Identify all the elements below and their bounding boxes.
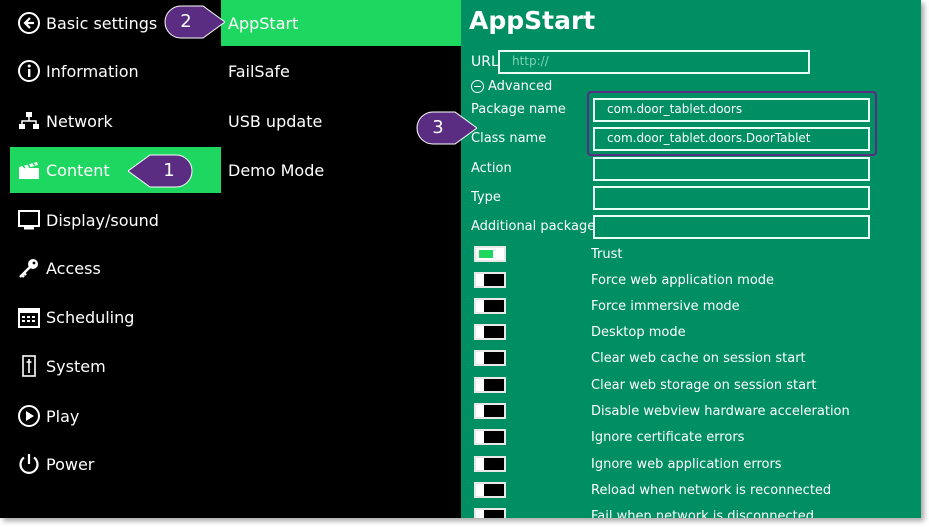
option-label: Ignore certificate errors	[591, 430, 745, 445]
toggle-trust[interactable]	[474, 246, 506, 262]
info-icon	[16, 58, 42, 84]
url-input[interactable]: http://	[498, 50, 810, 74]
toggle-force-web-app[interactable]	[474, 272, 506, 288]
toggle-reload-on-reconnect[interactable]	[474, 482, 506, 498]
play-icon	[16, 403, 42, 429]
nav-label: Display/sound	[46, 210, 159, 230]
subnav-demo-mode[interactable]: Demo Mode	[221, 147, 461, 193]
network-icon	[16, 108, 42, 134]
toggle-desktop-mode[interactable]	[474, 324, 506, 340]
type-label: Type	[471, 190, 501, 205]
package-name-label: Package name	[471, 102, 566, 117]
appstart-panel: AppStart URL http:// Advanced Package na…	[461, 0, 921, 518]
subnav-label: Demo Mode	[228, 160, 325, 180]
additional-packages-label: Additional packages	[471, 219, 603, 234]
toggle-knob	[476, 274, 484, 286]
nav-label: Content	[46, 160, 110, 180]
nav-access[interactable]: Access	[10, 245, 221, 291]
page-title: AppStart	[469, 6, 596, 35]
subnav-label: AppStart	[228, 13, 299, 33]
toggle-knob	[476, 510, 484, 518]
toggle-ignore-web-app-errors[interactable]	[474, 456, 506, 472]
back-arrow-icon	[16, 10, 42, 36]
nav-label: Information	[46, 61, 139, 81]
nav-play[interactable]: Play	[10, 393, 221, 439]
nav-scheduling[interactable]: Scheduling	[10, 294, 221, 340]
toggle-clear-web-storage[interactable]	[474, 377, 506, 393]
main-nav: Basic settings Information Network Conte…	[0, 0, 221, 518]
callout-number: 1	[163, 160, 175, 181]
advanced-label: Advanced	[488, 79, 553, 94]
clapperboard-icon	[16, 157, 42, 183]
callout-number: 2	[180, 11, 192, 32]
option-label: Ignore web application errors	[591, 457, 782, 472]
toggle-knob	[476, 300, 484, 312]
nav-power[interactable]: Power	[10, 441, 221, 487]
callout-2: 2	[163, 4, 225, 40]
subnav-failsafe[interactable]: FailSafe	[221, 48, 461, 94]
option-label: Reload when network is reconnected	[591, 483, 832, 498]
subnav-label: FailSafe	[228, 61, 290, 81]
calendar-icon	[16, 304, 42, 330]
nav-label: Network	[46, 111, 113, 131]
nav-label: Basic settings	[46, 13, 158, 33]
highlight-outline	[587, 91, 877, 156]
toggle-knob	[479, 250, 493, 258]
nav-label: System	[46, 356, 106, 376]
collapse-icon	[471, 80, 484, 93]
action-input[interactable]	[593, 157, 870, 181]
type-input[interactable]	[593, 186, 870, 210]
nav-label: Play	[46, 406, 80, 426]
nav-display-sound[interactable]: Display/sound	[10, 197, 221, 243]
toggle-knob	[476, 352, 484, 364]
subnav-label: USB update	[228, 111, 323, 131]
option-label: Force immersive mode	[591, 299, 740, 314]
option-label: Clear web storage on session start	[591, 378, 817, 393]
toggle-fail-on-disconnect[interactable]	[474, 508, 506, 518]
callout-3: 3	[415, 110, 477, 146]
toggle-knob	[476, 484, 484, 496]
option-label: Disable webview hardware acceleration	[591, 404, 850, 419]
power-icon	[16, 451, 42, 477]
nav-label: Scheduling	[46, 307, 135, 327]
toggle-knob	[476, 431, 484, 443]
url-label: URL	[471, 54, 499, 70]
toggle-ignore-cert-errors[interactable]	[474, 429, 506, 445]
action-label: Action	[471, 161, 512, 176]
system-icon	[16, 353, 42, 379]
option-label: Desktop mode	[591, 325, 686, 340]
nav-label: Access	[46, 258, 101, 278]
toggle-knob	[476, 405, 484, 417]
nav-network[interactable]: Network	[10, 98, 221, 144]
nav-information[interactable]: Information	[10, 48, 221, 94]
option-label: Force web application mode	[591, 273, 775, 288]
advanced-toggle[interactable]: Advanced	[471, 79, 552, 94]
additional-packages-input[interactable]	[593, 215, 870, 239]
key-icon	[16, 255, 42, 281]
app-window: Basic settings Information Network Conte…	[0, 0, 921, 518]
toggle-knob	[476, 379, 484, 391]
class-name-label: Class name	[471, 131, 547, 146]
callout-1: 1	[128, 153, 194, 189]
nav-system[interactable]: System	[10, 343, 221, 389]
nav-label: Power	[46, 454, 95, 474]
option-label: Clear web cache on session start	[591, 351, 806, 366]
option-label: Fail when network is disconnected	[591, 509, 814, 518]
monitor-icon	[16, 207, 42, 233]
content-subnav: AppStart FailSafe USB update Demo Mode	[221, 0, 461, 518]
callout-number: 3	[432, 117, 444, 138]
toggle-disable-hw-accel[interactable]	[474, 403, 506, 419]
toggle-knob	[476, 326, 484, 338]
subnav-appstart[interactable]: AppStart	[221, 0, 461, 46]
toggle-clear-web-cache[interactable]	[474, 350, 506, 366]
option-label: Trust	[591, 247, 623, 262]
toggle-force-immersive[interactable]	[474, 298, 506, 314]
toggle-knob	[476, 458, 484, 470]
